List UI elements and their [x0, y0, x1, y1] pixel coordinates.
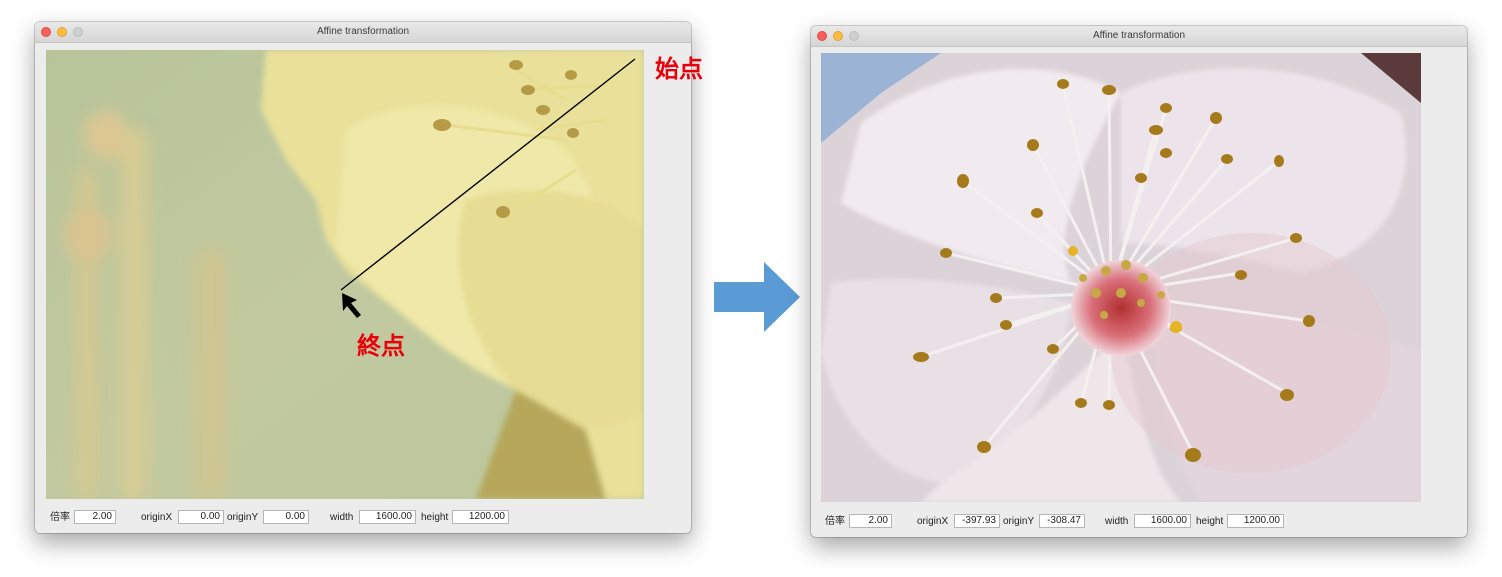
height-label: height: [421, 512, 449, 523]
scale-label: 倍率: [825, 516, 845, 527]
left-window: Affine transformation 倍率 2.00 originX 0.…: [35, 22, 691, 533]
origin-x-field[interactable]: -397.93: [954, 514, 1000, 528]
scale-label: 倍率: [50, 512, 70, 523]
scale-field[interactable]: 2.00: [74, 510, 116, 524]
right-window: Affine transformation 倍率 2.00 originX -3…: [811, 26, 1467, 537]
height-field[interactable]: 1200.00: [452, 510, 509, 524]
width-label: width: [1105, 516, 1129, 527]
window-title: Affine transformation: [316, 26, 410, 37]
width-field[interactable]: 1600.00: [1134, 514, 1191, 528]
start-point-annotation: 始点: [655, 55, 703, 83]
width-field[interactable]: 1600.00: [359, 510, 416, 524]
height-field[interactable]: 1200.00: [1227, 514, 1284, 528]
flower-image: [821, 53, 1421, 502]
left-title-bar: Affine transformation: [35, 22, 691, 43]
right-title-bar: Affine transformation: [811, 26, 1467, 47]
zoomed-flower-image: [46, 50, 644, 499]
origin-y-label: originY: [1003, 516, 1035, 527]
origin-y-label: originY: [227, 512, 259, 523]
scale-field[interactable]: 2.00: [849, 514, 892, 528]
origin-y-field[interactable]: -308.47: [1039, 514, 1085, 528]
right-arrow-icon: [714, 262, 800, 332]
image-canvas[interactable]: [821, 53, 1421, 502]
width-label: width: [330, 512, 354, 523]
origin-x-label: originX: [917, 516, 949, 527]
image-canvas[interactable]: [46, 50, 644, 499]
origin-x-field[interactable]: 0.00: [178, 510, 224, 524]
origin-x-label: originX: [141, 512, 173, 523]
window-title: Affine transformation: [1092, 30, 1186, 41]
origin-y-field[interactable]: 0.00: [263, 510, 309, 524]
end-point-annotation: 終点: [357, 332, 405, 360]
height-label: height: [1196, 516, 1224, 527]
